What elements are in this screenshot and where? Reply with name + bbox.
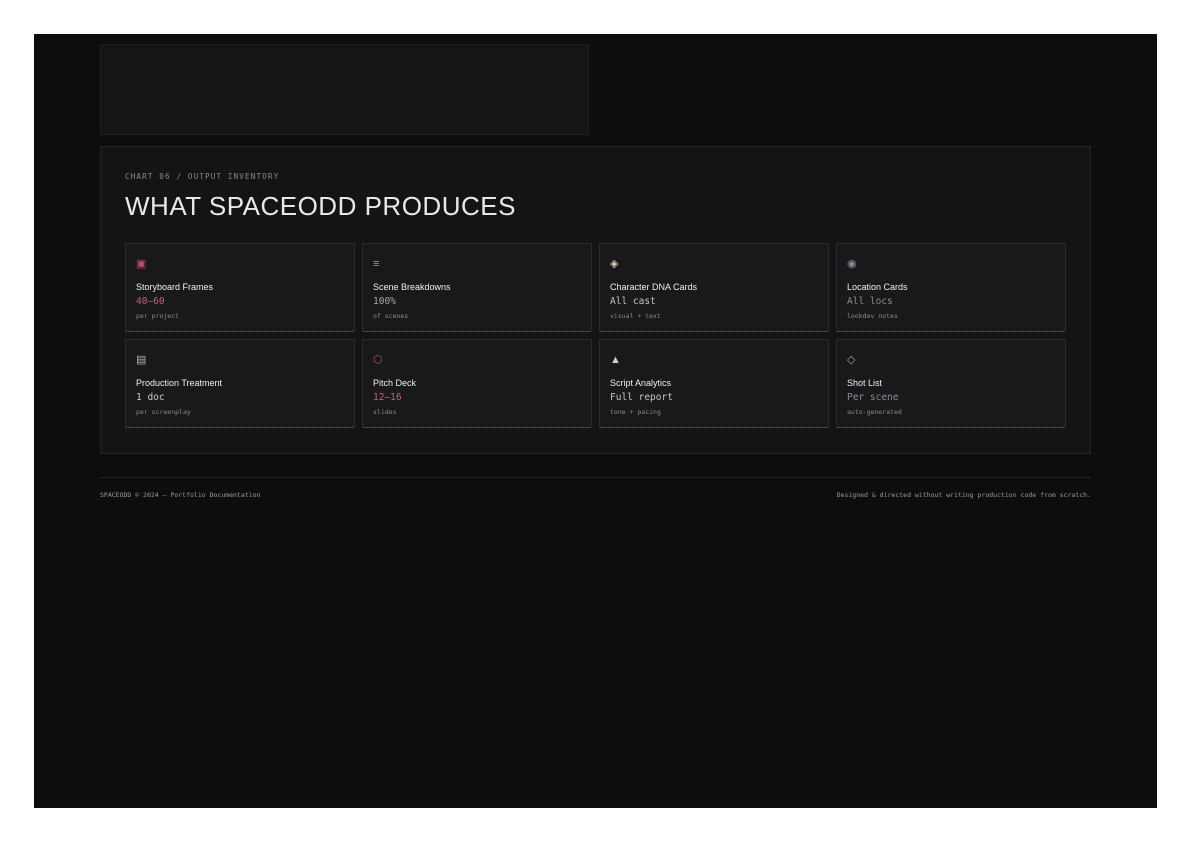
output-card: ⬡ Pitch Deck 12–16 slides [362,339,592,428]
card-title: Production Treatment [136,378,223,388]
card-title: Shot List [847,378,883,388]
card-value: All locs [847,296,893,307]
card-value: 12–16 [373,392,402,403]
output-card: ▤ Production Treatment 1 doc per screenp… [125,339,355,428]
triangle-icon: ▲ [610,354,621,366]
diamond-outline-icon: ◇ [847,354,856,366]
card-value: 1 doc [136,392,165,403]
output-card: ▲ Script Analytics Full report tone + pa… [599,339,829,428]
list-lines-icon: ≡ [373,258,380,270]
output-card: ≡ Scene Breakdowns 100% of scenes [362,243,592,332]
section-label: CHART 06 / OUTPUT INVENTORY [125,172,280,181]
card-title: Pitch Deck [373,378,417,388]
card-title: Script Analytics [610,378,672,388]
target-circle-icon: ◉ [847,258,857,270]
output-card: ◈ Character DNA Cards All cast visual + … [599,243,829,332]
diamond-layers-icon: ◈ [610,258,619,270]
footer-divider [100,477,1091,478]
section-title: WHAT SPACEODD PRODUCES [125,191,516,221]
card-title: Location Cards [847,282,908,292]
image-frame-icon: ▣ [136,258,147,270]
app-screen: CHART 06 / OUTPUT INVENTORY WHAT SPACEOD… [34,34,1157,808]
card-value: All cast [610,296,656,307]
footer-copyright: SPACEODD © 2024 — Portfolio Documentatio… [100,491,261,499]
card-subtitle: visual + text [610,312,661,320]
card-value: Full report [610,392,673,403]
footer-credit: Designed & directed without writing prod… [836,491,1091,499]
card-subtitle: of scenes [373,312,409,320]
document-icon: ▤ [136,354,147,366]
card-value: 40–60 [136,296,165,307]
output-card: ▣ Storyboard Frames 40–60 per project [125,243,355,332]
card-subtitle: per screenplay [136,408,191,416]
card-subtitle: lookdev notes [847,312,898,320]
card-title: Character DNA Cards [610,282,698,292]
hexagon-icon: ⬡ [373,354,383,366]
card-title: Storyboard Frames [136,282,214,292]
card-subtitle: auto-generated [847,408,902,416]
previous-chart-panel [100,44,589,135]
output-card: ◉ Location Cards All locs lookdev notes [836,243,1066,332]
card-value: 100% [373,296,396,307]
card-title: Scene Breakdowns [373,282,451,292]
card-subtitle: tone + pacing [610,408,661,416]
output-inventory-section: CHART 06 / OUTPUT INVENTORY WHAT SPACEOD… [100,146,1091,454]
card-value: Per scene [847,392,899,403]
output-card: ◇ Shot List Per scene auto-generated [836,339,1066,428]
card-subtitle: per project [136,312,180,320]
card-subtitle: slides [373,408,397,416]
